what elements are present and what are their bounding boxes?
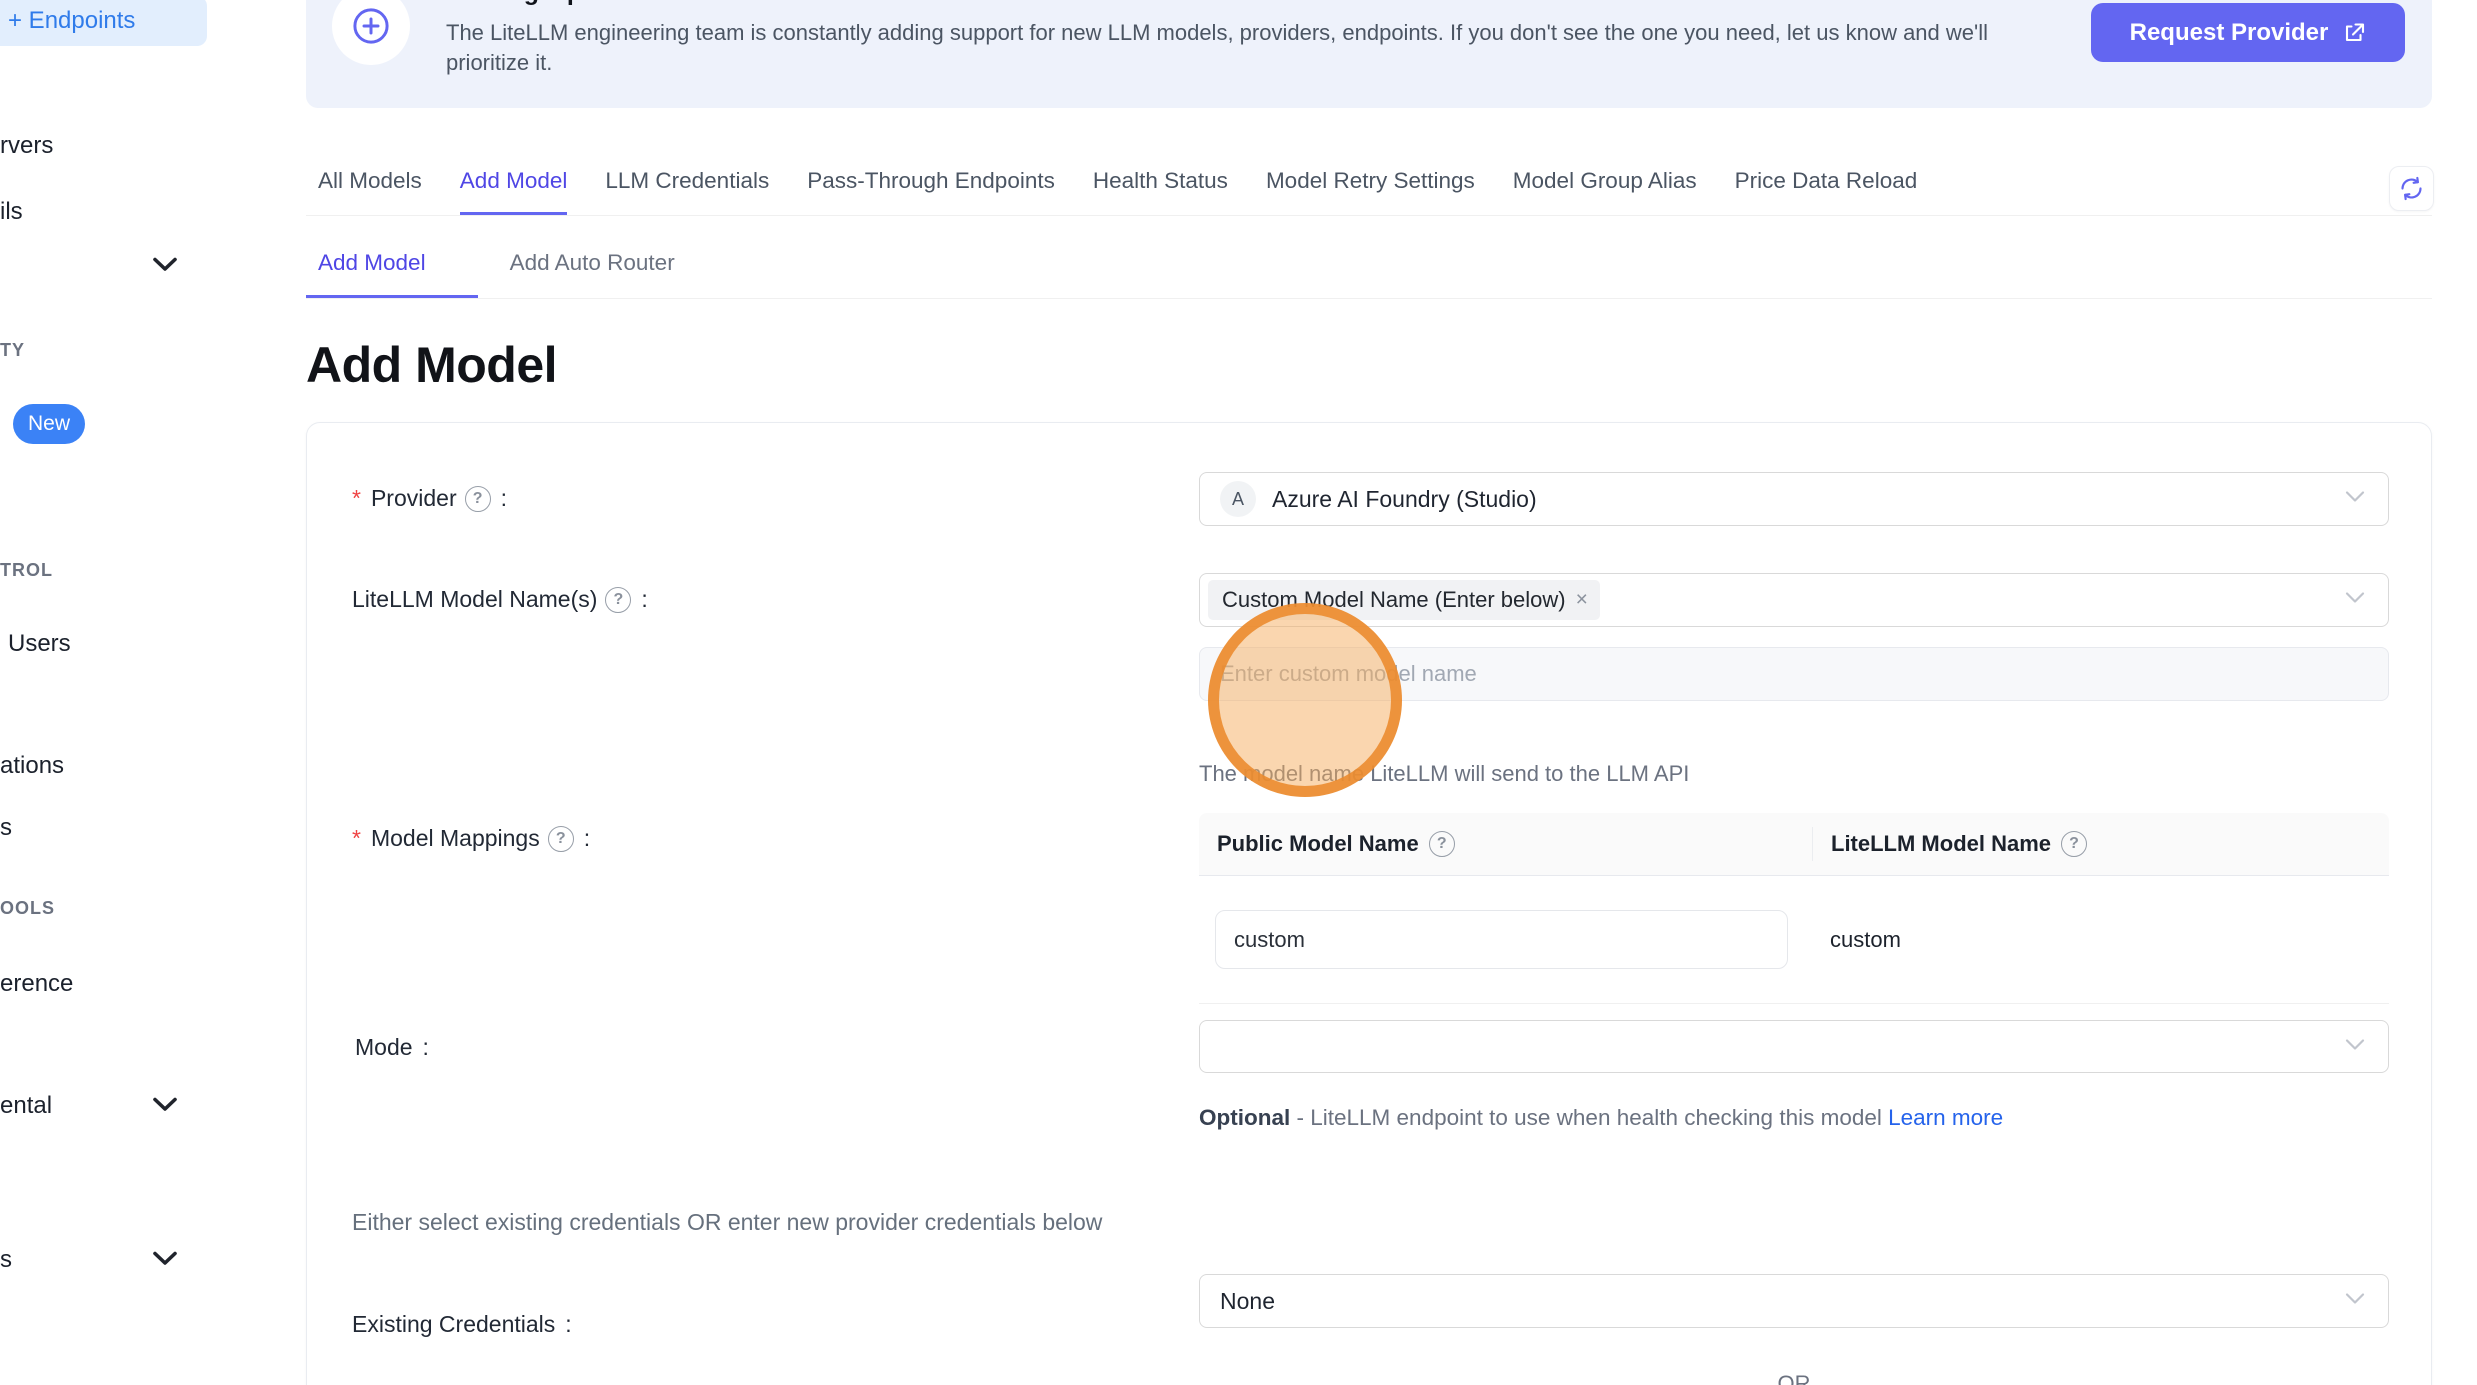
sidebar-item-models-endpoints[interactable]: + Endpoints bbox=[0, 0, 207, 46]
new-badge: New bbox=[13, 404, 85, 444]
page-title: Add Model bbox=[306, 336, 557, 394]
help-icon[interactable]: ? bbox=[1429, 831, 1455, 857]
tab-pass-through-endpoints[interactable]: Pass-Through Endpoints bbox=[807, 168, 1055, 215]
add-model-subtabs: Add Model Add Auto Router bbox=[306, 250, 2432, 299]
tab-health-status[interactable]: Health Status bbox=[1093, 168, 1228, 215]
model-mappings-label: * Model Mappings ? : bbox=[352, 825, 590, 852]
provider-avatar: A bbox=[1220, 481, 1256, 517]
mode-label: Mode : bbox=[355, 1034, 429, 1061]
tab-add-model[interactable]: Add Model bbox=[460, 168, 568, 215]
chevron-down-icon bbox=[2344, 1292, 2366, 1311]
tab-all-models[interactable]: All Models bbox=[318, 168, 422, 215]
mode-helper-text: Optional - LiteLLM endpoint to use when … bbox=[1199, 1098, 2014, 1137]
public-model-name-input[interactable] bbox=[1215, 910, 1788, 969]
required-asterisk: * bbox=[352, 825, 361, 852]
banner-description: The LiteLLM engineering team is constant… bbox=[446, 18, 2046, 78]
litellm-model-names-label: LiteLLM Model Name(s) ? : bbox=[352, 586, 648, 613]
chevron-down-icon[interactable] bbox=[152, 256, 178, 278]
chevron-down-icon bbox=[2344, 490, 2366, 509]
sidebar-item-servers[interactable]: rvers bbox=[0, 132, 53, 160]
sidebar: + Endpoints rvers ils TY New TROL Users … bbox=[0, 0, 240, 1385]
request-provider-label: Request Provider bbox=[2130, 19, 2329, 47]
custom-model-name-input[interactable] bbox=[1199, 647, 2389, 701]
subtab-add-model[interactable]: Add Model bbox=[306, 250, 478, 298]
subtab-add-auto-router[interactable]: Add Auto Router bbox=[478, 250, 707, 298]
help-icon[interactable]: ? bbox=[548, 826, 574, 852]
add-model-page: + Endpoints rvers ils TY New TROL Users … bbox=[0, 0, 2477, 1385]
plus-circle-icon bbox=[332, 0, 410, 65]
selected-model-tag: Custom Model Name (Enter below) × bbox=[1208, 580, 1600, 620]
mode-select[interactable] bbox=[1199, 1020, 2389, 1073]
public-model-name-header: Public Model Name ? bbox=[1199, 827, 1813, 861]
help-icon[interactable]: ? bbox=[605, 587, 631, 613]
sidebar-item-teams[interactable]: s bbox=[0, 814, 12, 842]
remove-tag-icon[interactable]: × bbox=[1576, 588, 1588, 612]
chevron-down-icon[interactable] bbox=[152, 1250, 178, 1272]
credentials-note: Either select existing credentials OR en… bbox=[352, 1209, 1102, 1236]
chevron-down-icon bbox=[2344, 591, 2366, 610]
chevron-down-icon bbox=[2344, 1037, 2366, 1056]
table-header-row: Public Model Name ? LiteLLM Model Name ? bbox=[1199, 813, 2389, 876]
required-asterisk: * bbox=[352, 485, 361, 512]
provider-value: Azure AI Foundry (Studio) bbox=[1272, 486, 1537, 513]
refresh-icon bbox=[2398, 175, 2425, 202]
tab-model-group-alias[interactable]: Model Group Alias bbox=[1513, 168, 1697, 215]
external-link-icon bbox=[2342, 21, 2366, 45]
litellm-model-name-header: LiteLLM Model Name ? bbox=[1813, 831, 2105, 857]
tab-model-retry-settings[interactable]: Model Retry Settings bbox=[1266, 168, 1475, 215]
banner-title: Missing a provider? bbox=[446, 0, 682, 7]
or-divider: OR bbox=[1199, 1371, 2389, 1385]
request-provider-button[interactable]: Request Provider bbox=[2091, 3, 2405, 62]
sidebar-item-details[interactable]: ils bbox=[0, 198, 23, 226]
sidebar-section-label: TY bbox=[0, 340, 25, 361]
provider-select[interactable]: A Azure AI Foundry (Studio) bbox=[1199, 472, 2389, 526]
tab-price-data-reload[interactable]: Price Data Reload bbox=[1735, 168, 1918, 215]
help-icon[interactable]: ? bbox=[2061, 831, 2087, 857]
existing-credentials-value: None bbox=[1220, 1288, 1275, 1315]
sidebar-item-organizations[interactable]: ations bbox=[0, 752, 64, 780]
help-icon[interactable]: ? bbox=[465, 486, 491, 512]
refresh-button[interactable] bbox=[2389, 166, 2434, 211]
missing-provider-banner: Missing a provider? The LiteLLM engineer… bbox=[306, 0, 2432, 108]
model-name-helper-text: The model name LiteLLM will send to the … bbox=[1199, 761, 1689, 787]
chevron-down-icon[interactable] bbox=[152, 1096, 178, 1118]
provider-label: * Provider ? : bbox=[352, 485, 507, 512]
models-tabs: All Models Add Model LLM Credentials Pas… bbox=[306, 168, 2432, 216]
sidebar-item-experimental[interactable]: ental bbox=[0, 1092, 52, 1120]
sidebar-item-users[interactable]: Users bbox=[8, 630, 71, 658]
sidebar-section-tools: OOLS bbox=[0, 898, 55, 919]
learn-more-link[interactable]: Learn more bbox=[1888, 1105, 2003, 1130]
litellm-model-names-select[interactable]: Custom Model Name (Enter below) × bbox=[1199, 573, 2389, 627]
sidebar-item-label: + Endpoints bbox=[8, 7, 135, 35]
litellm-model-name-value: custom bbox=[1830, 927, 1901, 953]
sidebar-item-settings[interactable]: s bbox=[0, 1246, 12, 1274]
table-row: custom bbox=[1199, 876, 2389, 1004]
existing-credentials-label: Existing Credentials : bbox=[352, 1311, 572, 1338]
existing-credentials-select[interactable]: None bbox=[1199, 1274, 2389, 1328]
sidebar-section-access-control: TROL bbox=[0, 560, 53, 581]
sidebar-item-reference[interactable]: erence bbox=[0, 970, 73, 998]
add-model-form-card: * Provider ? : A Azure AI Foundry (Studi… bbox=[306, 422, 2432, 1385]
tab-llm-credentials[interactable]: LLM Credentials bbox=[605, 168, 769, 215]
model-mappings-table: Public Model Name ? LiteLLM Model Name ?… bbox=[1199, 813, 2389, 1004]
